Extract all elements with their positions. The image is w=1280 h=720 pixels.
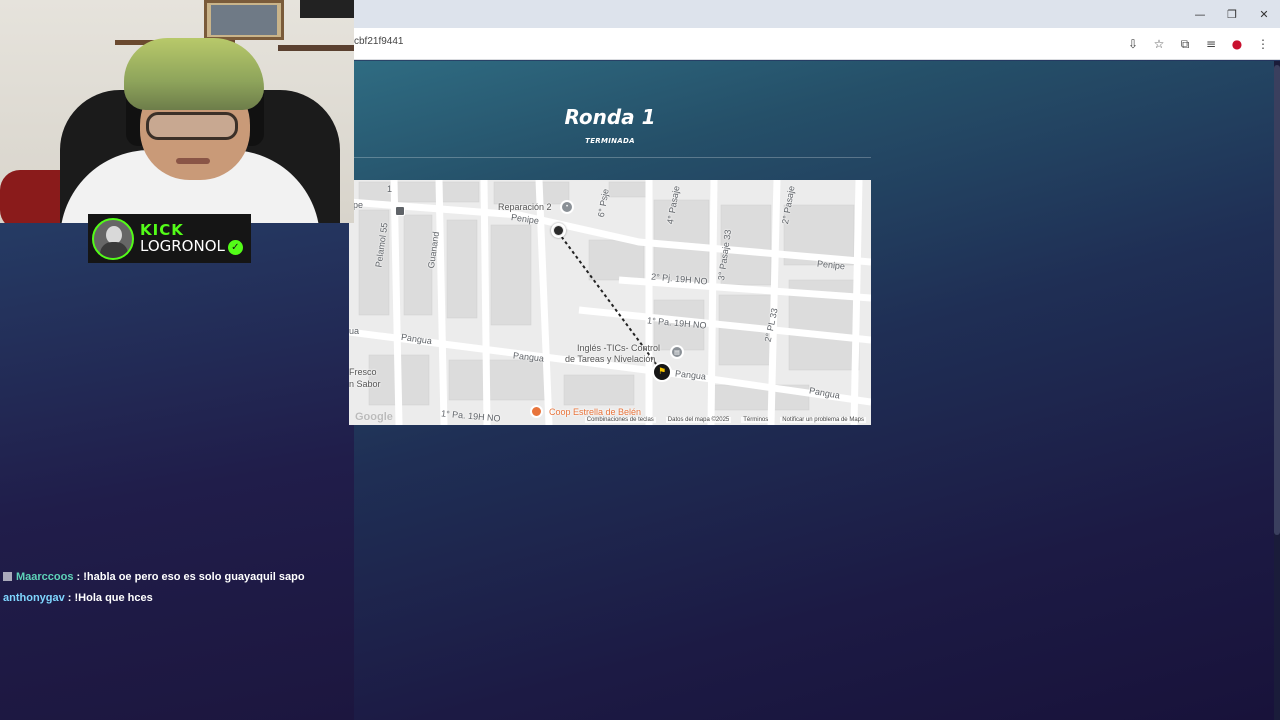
kick-badge: KICK LOGRONOL ✓ [88,214,251,263]
wall-photo [204,0,284,40]
kick-text: KICK LOGRONOL ✓ [140,220,243,255]
round-title: Ronda 1 [564,105,656,129]
street-label: ua [349,326,360,336]
window-controls: — ❐ ✕ [1184,0,1280,28]
monitor [300,0,354,18]
place-label: Inglés -TICs- Control [577,343,661,353]
verified-icon: ✓ [227,239,243,255]
scrollbar-thumb[interactable] [1274,65,1280,535]
webcam-overlay [0,0,354,223]
place-label: Fresco [349,367,377,377]
chat-message: Maarccoos : !habla oe pero eso es solo g… [3,571,343,592]
toolbar-icons: ⇩ ☆ ⧉ ≡ ● ⋮ [1122,34,1274,54]
address-bar[interactable]: cbf21f9441 [354,36,404,47]
restore-icon[interactable]: ❐ [1216,0,1248,28]
chat-message: anthonygav : !Hola que hces [3,592,343,613]
scrollbar[interactable] [1274,61,1280,720]
kick-username-row: LOGRONOL ✓ [140,236,243,255]
streamer-avatar [92,217,134,260]
building-icon[interactable]: ▤ [670,345,684,359]
bus-stop-icon[interactable] [395,206,405,216]
glasses [146,112,238,140]
shelf [278,45,354,51]
place-label: Reparación 2 [498,202,552,212]
round-status: TERMINADA [585,137,635,145]
minimize-icon[interactable]: — [1184,0,1216,28]
chat-text: : !Hola que hces [67,592,153,604]
media-icon[interactable]: ≡ [1200,34,1222,54]
place-pin-icon[interactable]: • [560,200,574,214]
install-icon[interactable]: ⇩ [1122,34,1144,54]
extensions-icon[interactable]: ⧉ [1174,34,1196,54]
chat-overlay: Maarccoos : !habla oe pero eso es solo g… [3,571,343,613]
chat-username: Maarccoos [16,571,74,583]
report-problem-link[interactable]: Notificar un problema de Maps [780,416,866,423]
map-base [349,180,871,425]
keyboard-shortcuts-link[interactable]: Combinaciones de teclas [584,416,656,423]
kick-username: LOGRONOL [140,236,225,255]
star-icon[interactable]: ☆ [1148,34,1170,54]
guess-marker-icon[interactable] [551,223,566,238]
player-avatar [554,226,563,235]
profile-icon[interactable]: ● [1226,34,1248,54]
map-footer: Combinaciones de teclas Datos del mapa ©… [349,414,871,425]
map-data-text: Datos del mapa ©2025 [665,416,732,423]
mouth [176,158,210,164]
browser-toolbar: cbf21f9441 ⇩ ☆ ⧉ ≡ ● ⋮ [354,28,1280,60]
street-label: pe [353,200,364,210]
result-map[interactable]: Penipe Penipe Pangua Pangua Pangua Pangu… [349,180,871,425]
browser-title-bar: — ❐ ✕ [354,0,1280,28]
place-label: de Tareas y Nivelación [565,354,656,364]
kick-logo: KICK [140,220,184,239]
place-label: n Sabor [349,379,381,389]
subscriber-badge-icon [3,572,12,581]
divider [354,157,871,158]
chat-text: : !habla oe pero eso es solo guayaquil s… [76,571,305,583]
target-flag-icon[interactable]: ⚑ [652,362,672,382]
street-label: 1 [387,184,393,194]
streamer-hair [124,38,264,110]
terms-link[interactable]: Términos [741,416,771,423]
chat-username: anthonygav [3,592,65,604]
menu-icon[interactable]: ⋮ [1252,34,1274,54]
close-icon[interactable]: ✕ [1248,0,1280,28]
